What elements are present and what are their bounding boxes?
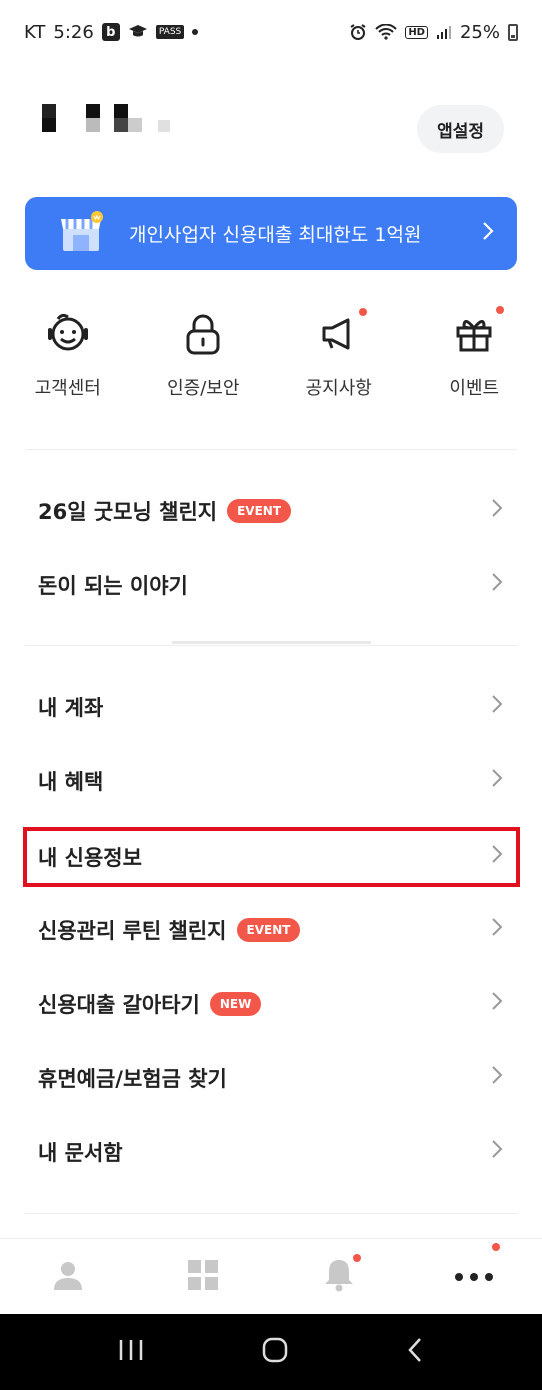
quick-notice[interactable]: 공지사항 [271,308,407,410]
loan-banner[interactable]: 개인사업자 신용대출 최대한도 1억원 [25,197,517,270]
status-right: HD 25% [349,22,518,43]
bottom-nav [0,1238,542,1314]
graduation-cap-icon [128,24,148,40]
bell-new-dot [352,1253,361,1262]
nav-more[interactable] [407,1239,542,1314]
chevron-right-icon [491,1065,503,1091]
home-icon[interactable] [261,1336,289,1368]
battery-icon [508,23,518,41]
row-label: 내 문서함 [38,1141,123,1165]
nav-menu-grid[interactable] [136,1239,272,1314]
back-icon[interactable] [406,1337,424,1367]
recent-apps-icon[interactable] [118,1338,144,1366]
person-icon [52,1259,84,1295]
pass-icon: PASS [155,25,185,39]
wifi-icon [375,24,398,40]
profile-name-blurred[interactable] [42,100,182,140]
quick-auth-security[interactable]: 인증/보안 [136,310,272,410]
chevron-right-icon [491,498,503,524]
headset-face-icon [44,310,92,358]
list-item-my-benefits[interactable]: 내 혜택 [25,744,517,818]
chevron-right-icon [491,572,503,598]
nav-notifications[interactable] [271,1239,407,1314]
event-badge: EVENT [236,918,301,942]
quick-menu: 고객센터 인증/보안 공지사항 이벤트 [0,306,542,410]
quick-label: 고객센터 [34,378,101,399]
bell-icon [323,1253,361,1296]
nav-profile[interactable] [0,1239,136,1314]
event-new-dot [496,306,505,314]
divider [25,645,517,646]
chevron-right-icon [481,219,495,249]
chevron-right-icon [491,694,503,720]
system-nav-bar [0,1314,542,1390]
quick-customer-center[interactable]: 고객센터 [0,310,136,410]
divider [25,449,517,450]
row-label: 휴면예금/보험금 찾기 [38,1067,227,1091]
notification-dot-icon [192,29,199,35]
list-item-dormant-deposit[interactable]: 휴면예금/보험금 찾기 [25,1041,517,1115]
row-label: 26일 굿모닝 챌린지 [38,500,218,524]
new-badge: NEW [209,992,262,1016]
app-settings-button[interactable]: 앱설정 [417,105,504,153]
battery-percent: 25% [459,21,500,43]
quick-label: 인증/보안 [167,378,240,399]
lock-icon [179,310,227,358]
quick-label: 이벤트 [449,378,500,399]
megaphone-icon [315,308,367,358]
list-item-money-stories[interactable]: 돈이 되는 이야기 [25,548,517,622]
gift-icon [450,306,505,358]
row-label: 내 혜택 [38,770,104,794]
list-item-goodmorning-challenge[interactable]: 26일 굿모닝 챌린지 EVENT [25,474,517,548]
list-item-my-documents[interactable]: 내 문서함 [25,1115,517,1189]
signal-icon [436,24,452,40]
list-item-my-account[interactable]: 내 계좌 [25,670,517,744]
event-badge: EVENT [227,499,292,523]
chevron-right-icon [491,917,503,943]
quick-event[interactable]: 이벤트 [407,306,542,410]
list-item-my-credit-info[interactable]: 내 신용정보 [25,820,517,894]
more-new-dot [492,1243,501,1251]
chevron-right-icon [491,844,503,870]
more-icon [454,1243,501,1286]
list-item-credit-routine-challenge[interactable]: 신용관리 루틴 챌린지 EVENT [25,893,517,967]
divider [25,1213,517,1214]
chevron-right-icon [491,768,503,794]
row-label: 돈이 되는 이야기 [38,574,188,598]
notice-new-dot [358,308,367,316]
row-label: 신용관리 루틴 챌린지 [38,919,227,943]
b-app-icon: b [101,23,120,41]
row-label: 내 계좌 [38,696,104,720]
quick-label: 공지사항 [305,378,372,399]
status-left: KT 5:26 b PASS [24,21,199,43]
carrier: KT [24,21,46,43]
store-icon [59,210,103,257]
chevron-right-icon [491,991,503,1017]
section-separator [172,641,371,644]
grid-icon [187,1259,219,1295]
banner-text: 개인사업자 신용대출 최대한도 1억원 [129,224,422,246]
alarm-icon [349,23,367,41]
hd-voice-icon: HD [405,25,428,39]
clock: 5:26 [53,21,94,43]
chevron-right-icon [491,1139,503,1165]
status-bar: KT 5:26 b PASS HD 25% [0,0,542,64]
list-item-loan-switch[interactable]: 신용대출 갈아타기 NEW [25,967,517,1041]
row-label: 신용대출 갈아타기 [38,993,200,1017]
row-label: 내 신용정보 [38,846,142,870]
